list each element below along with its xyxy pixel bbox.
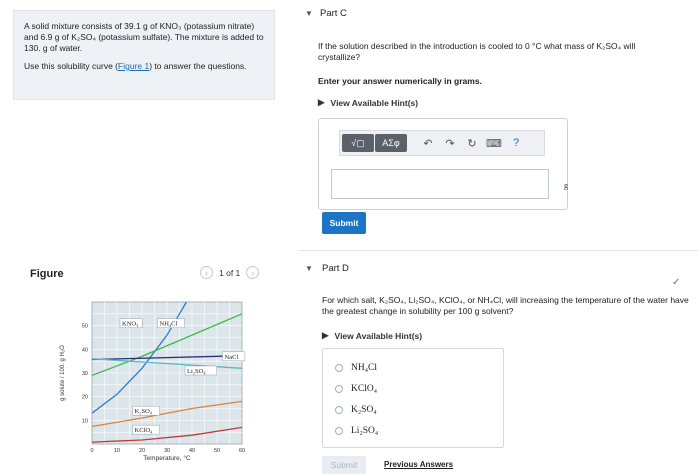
figure-label: Figure [30, 268, 64, 280]
part-d-question: For which salt, K₂SO₄, Li₂SO₄, KClO₄, or… [322, 295, 689, 316]
figure-link[interactable]: Figure 1 [118, 61, 149, 71]
unit-label: g [564, 181, 568, 190]
answer-input[interactable] [331, 169, 549, 199]
series-label: Li₂SO₄ [187, 368, 206, 375]
intro-panel: A solid mixture consists of 39.1 g of KN… [13, 10, 275, 100]
x-axis-label: Temperature, °C [143, 454, 191, 462]
x-tick-label: 20 [139, 448, 145, 454]
hint-label: View Available Hint(s) [330, 97, 419, 108]
part-d-submit-button[interactable]: Submit [322, 456, 366, 474]
series-label: NH₄Cl [160, 321, 178, 328]
part-c-title: Part C [320, 8, 347, 19]
x-tick-label: 30 [164, 448, 170, 454]
part-c-instruction: Enter your answer numerically in grams. [318, 76, 482, 86]
series-label: KNO₃ [122, 321, 138, 328]
y-tick-label: 50 [82, 324, 88, 330]
caret-right-icon: ▶ [318, 97, 325, 107]
x-tick-label: 40 [189, 448, 195, 454]
x-tick-label: 60 [239, 448, 245, 454]
radio-button[interactable] [335, 364, 343, 372]
intro-text: A solid mixture consists of 39.1 g of KN… [24, 21, 264, 53]
part-c-collapse-icon[interactable]: ▼ [305, 9, 313, 18]
part-d-collapse-icon[interactable]: ▼ [305, 264, 313, 273]
radio-button[interactable] [335, 406, 343, 414]
part-c-submit-button[interactable]: Submit [322, 212, 366, 234]
series-label: KClO₄ [135, 427, 154, 434]
divider [298, 250, 698, 251]
part-c-question: If the solution described in the introdu… [318, 41, 636, 62]
caret-right-icon: ▶ [322, 330, 329, 340]
previous-answers-link[interactable]: Previous Answers [384, 460, 453, 469]
intro-instruction: Use this solubility curve (Figure 1) to … [24, 61, 247, 71]
part-d-hint-toggle[interactable]: ▶ View Available Hint(s) [322, 330, 422, 341]
help-icon[interactable]: ? [505, 134, 527, 152]
series-label: NaCl [225, 354, 239, 361]
chevron-left-icon[interactable]: ‹ [200, 266, 213, 279]
y-axis-label: g solute / 100. g H₂O [60, 345, 66, 401]
answer-editor: √▢ ΑΣφ ↶ ↷ ↻ ⌨ ? g [318, 118, 568, 210]
option-li2so4[interactable]: Li₂SO₄ [335, 426, 378, 436]
part-d-title: Part D [322, 263, 349, 274]
greek-button[interactable]: ΑΣφ [375, 134, 407, 152]
radio-button[interactable] [335, 427, 343, 435]
x-tick-label: 0 [90, 448, 93, 454]
y-tick-label: 30 [82, 371, 88, 377]
series-label: K₂SO₄ [135, 408, 153, 415]
y-tick-label: 20 [82, 395, 88, 401]
x-tick-label: 10 [114, 448, 120, 454]
radio-button[interactable] [335, 385, 343, 393]
reset-icon[interactable]: ↻ [461, 134, 483, 152]
pager-text: 1 of 1 [219, 267, 241, 278]
option-nh4cl[interactable]: NH₄Cl [335, 363, 377, 373]
y-tick-label: 10 [82, 418, 88, 424]
undo-icon[interactable]: ↶ [417, 134, 439, 152]
options-list: NH₄Cl KClO₄ K₂SO₄ Li₂SO₄ [322, 348, 504, 448]
checkmark-icon: ✓ [672, 277, 681, 288]
chevron-right-icon[interactable]: › [246, 266, 260, 279]
redo-icon[interactable]: ↷ [439, 134, 461, 152]
figure-pager: ‹ 1 of 1 › [200, 266, 260, 279]
x-tick-label: 50 [214, 448, 220, 454]
template-button[interactable]: √▢ [342, 134, 374, 152]
y-tick-label: 40 [82, 347, 88, 353]
option-k2so4[interactable]: K₂SO₄ [335, 405, 377, 415]
chart-svg: 0 10 20 30 40 50 60 10 20 30 40 50 Temperature, °C g … [60, 301, 246, 462]
hint-label: View Available Hint(s) [334, 330, 423, 341]
keyboard-icon[interactable]: ⌨ [483, 134, 505, 152]
solubility-chart: 0 10 20 30 40 50 60 10 20 30 40 50 Temperature, °C g … [54, 296, 250, 468]
math-toolbar: √▢ ΑΣφ ↶ ↷ ↻ ⌨ ? [339, 130, 545, 156]
part-c-hint-toggle[interactable]: ▶ View Available Hint(s) [318, 97, 418, 108]
option-kclo4[interactable]: KClO₄ [335, 384, 377, 394]
